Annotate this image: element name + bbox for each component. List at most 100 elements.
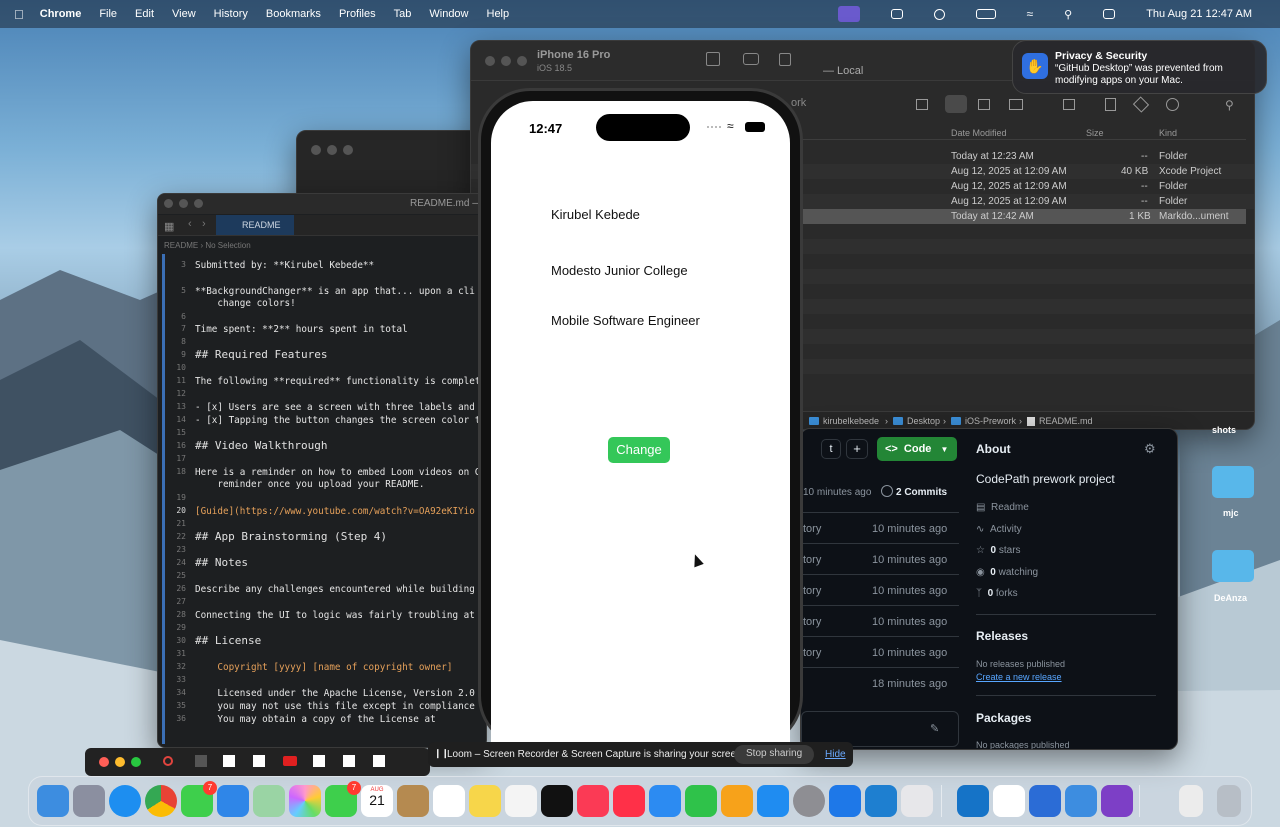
tv-icon[interactable]: [541, 785, 573, 817]
edit-icon[interactable]: ✎: [930, 722, 939, 735]
camera-icon[interactable]: [890, 9, 903, 19]
folder-icon[interactable]: [1212, 550, 1254, 582]
menu-clock[interactable]: Thu Aug 21 12:47 AM: [1146, 8, 1252, 20]
icon-view-icon[interactable]: [916, 99, 928, 110]
app-icon[interactable]: [901, 785, 933, 817]
pages-icon[interactable]: [721, 785, 753, 817]
folder-icon[interactable]: [1065, 785, 1097, 817]
list-view-icon[interactable]: [945, 95, 967, 113]
app-icon[interactable]: [313, 755, 325, 767]
file-row[interactable]: tory 10 minutes ago: [801, 575, 959, 606]
more-icon[interactable]: [1166, 98, 1179, 111]
menu-view[interactable]: View: [172, 8, 196, 20]
app-icon[interactable]: [373, 755, 385, 767]
wifi-icon[interactable]: ≈: [1027, 7, 1034, 21]
menu-window[interactable]: Window: [429, 8, 468, 20]
rotate-icon[interactable]: [779, 53, 791, 66]
app-store-icon[interactable]: [757, 785, 789, 817]
forks-link[interactable]: ᛉ 0 forks: [976, 588, 1018, 599]
github-desktop-icon[interactable]: [1101, 785, 1133, 817]
apple-icon[interactable]: : [14, 7, 24, 22]
col-date-modified[interactable]: Date Modified: [951, 128, 1007, 138]
folder-icon[interactable]: [1212, 466, 1254, 498]
branch-dropdown[interactable]: t: [821, 439, 841, 459]
screen-mirror-icon[interactable]: [837, 6, 860, 22]
menu-help[interactable]: Help: [487, 8, 510, 20]
commits-link[interactable]: 2 Commits: [896, 487, 947, 498]
outlook-icon[interactable]: [957, 785, 989, 817]
contacts-icon[interactable]: [397, 785, 429, 817]
slack-icon[interactable]: [993, 785, 1025, 817]
facetime-icon[interactable]: 7: [325, 781, 361, 817]
releases-heading[interactable]: Releases: [976, 629, 1028, 643]
stop-sharing-button[interactable]: Stop sharing: [734, 745, 815, 764]
screenshot-tool-icon[interactable]: [1029, 785, 1061, 817]
finder-icon[interactable]: [37, 785, 69, 817]
menu-profiles[interactable]: Profiles: [339, 8, 376, 20]
launchpad-icon[interactable]: [73, 785, 105, 817]
column-view-icon[interactable]: [978, 99, 990, 110]
battery-icon[interactable]: [975, 9, 996, 19]
xcode-icon[interactable]: [829, 785, 861, 817]
add-file-button[interactable]: +: [846, 439, 868, 459]
path-item[interactable]: iOS-Prework: [965, 416, 1016, 426]
menu-history[interactable]: History: [214, 8, 248, 20]
watching-link[interactable]: ◉ 0 watching: [976, 567, 1038, 578]
forward-icon[interactable]: ›: [202, 218, 206, 230]
folder-label-mjc[interactable]: mjc: [1223, 508, 1239, 518]
file-row[interactable]: tory 10 minutes ago: [801, 637, 959, 668]
create-release-link[interactable]: Create a new release: [976, 672, 1062, 682]
vscode-icon[interactable]: [865, 785, 897, 817]
messages-icon[interactable]: 7: [181, 781, 217, 817]
news-icon[interactable]: [613, 785, 645, 817]
app-icon[interactable]: [195, 755, 207, 767]
notes-icon[interactable]: [469, 785, 501, 817]
window-controls[interactable]: [485, 56, 527, 66]
hide-button[interactable]: Hide: [825, 749, 846, 760]
activity-link[interactable]: ∿ Activity: [976, 524, 1022, 535]
file-row[interactable]: tory 10 minutes ago: [801, 513, 959, 544]
group-icon[interactable]: [1063, 99, 1075, 110]
notification-banner[interactable]: ✋ Privacy & Security “GitHub Desktop” wa…: [1012, 40, 1267, 94]
col-size[interactable]: Size: [1086, 128, 1104, 138]
trash-icon[interactable]: [1217, 785, 1241, 817]
freeform-icon[interactable]: [505, 785, 537, 817]
record-icon[interactable]: [163, 756, 173, 766]
folder-label-deanza[interactable]: DeAnza: [1214, 593, 1247, 603]
numbers-icon[interactable]: [685, 785, 717, 817]
settings-icon[interactable]: [793, 785, 825, 817]
app-icon[interactable]: [343, 755, 355, 767]
calendar-icon[interactable]: AUG 21: [361, 785, 393, 817]
packages-heading[interactable]: Packages: [976, 711, 1031, 725]
screenshot-icon[interactable]: [743, 53, 759, 65]
file-row-selected[interactable]: Today at 12:42 AM 1 KB Markdo...ument: [801, 209, 1246, 224]
search-icon[interactable]: ⚲: [1064, 8, 1072, 21]
menu-tab[interactable]: Tab: [394, 8, 412, 20]
document-icon[interactable]: [1179, 785, 1203, 817]
youtube-icon[interactable]: [283, 756, 297, 766]
maps-icon[interactable]: [253, 785, 285, 817]
stars-link[interactable]: ☆ 0 stars: [976, 545, 1021, 556]
play-icon[interactable]: [933, 8, 945, 20]
grid-icon[interactable]: ▦: [164, 220, 174, 233]
col-kind[interactable]: Kind: [1159, 128, 1177, 138]
desktop-item-label[interactable]: shots: [1212, 425, 1236, 435]
app-icon[interactable]: [223, 755, 235, 767]
back-icon[interactable]: ‹: [188, 218, 192, 230]
reminders-icon[interactable]: [433, 785, 465, 817]
path-item[interactable]: README.md: [1039, 416, 1093, 426]
file-row[interactable]: 18 minutes ago: [801, 668, 959, 699]
menu-bookmarks[interactable]: Bookmarks: [266, 8, 321, 20]
path-item[interactable]: Desktop: [907, 416, 940, 426]
change-button[interactable]: Change: [608, 437, 670, 463]
file-row[interactable]: tory 10 minutes ago: [801, 544, 959, 575]
safari-icon[interactable]: [109, 785, 141, 817]
share-icon[interactable]: [1105, 98, 1116, 111]
control-center-icon[interactable]: [1103, 9, 1116, 19]
app-icon[interactable]: [253, 755, 265, 767]
search-icon[interactable]: ⚲: [1225, 98, 1234, 112]
window-controls[interactable]: [311, 145, 353, 155]
path-item[interactable]: kirubelkebede: [823, 416, 879, 426]
music-icon[interactable]: [577, 785, 609, 817]
menu-file[interactable]: File: [99, 8, 117, 20]
